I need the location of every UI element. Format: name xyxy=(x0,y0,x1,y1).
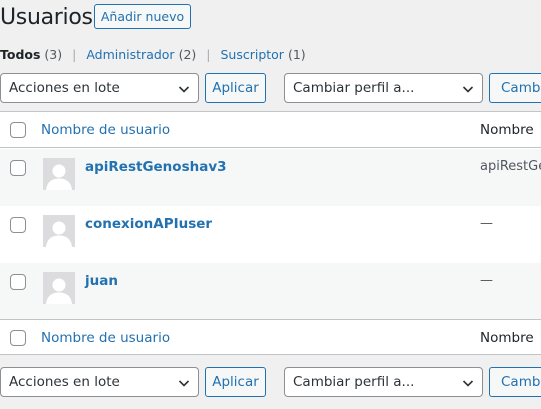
table-row: juan — xyxy=(0,263,541,319)
filter-separator: | xyxy=(206,47,211,62)
filter-all-link[interactable]: Todos xyxy=(0,47,40,62)
bulk-actions-selected: Acciones en lote xyxy=(9,374,120,390)
column-name-header: Nombre xyxy=(480,122,534,138)
page-heading: Usuarios xyxy=(0,0,93,34)
default-user-avatar-icon xyxy=(43,158,75,190)
select-all-checkbox-footer[interactable] xyxy=(10,330,26,346)
column-username-header[interactable]: Nombre de usuario xyxy=(41,122,170,138)
table-footer-row: Nombre de usuario Nombre xyxy=(0,319,541,355)
filter-all-count: (3) xyxy=(44,47,63,62)
table-row: apiRestGenoshav3 apiRestGen xyxy=(0,149,541,206)
filter-subscriber-count: (1) xyxy=(287,47,306,62)
filter-admin-count: (2) xyxy=(178,47,197,62)
username-link[interactable]: juan xyxy=(85,273,118,289)
users-table: Nombre de usuario Nombre apiRestGenoshav… xyxy=(0,111,541,355)
role-filter-links: Todos (3) | Administrador (2) | Suscript… xyxy=(0,47,306,62)
username-link[interactable]: apiRestGenoshav3 xyxy=(85,159,227,175)
change-role-button-bottom[interactable]: Cambia xyxy=(489,367,541,397)
column-name-footer: Nombre xyxy=(480,330,534,346)
default-user-avatar-icon xyxy=(43,215,75,247)
page-title: Usuarios xyxy=(0,4,93,30)
chevron-down-icon xyxy=(462,380,474,387)
select-all-checkbox[interactable] xyxy=(10,122,26,138)
table-row: conexionAPIuser — xyxy=(0,206,541,263)
change-role-selected: Cambiar perfil a... xyxy=(293,80,415,96)
username-link[interactable]: conexionAPIuser xyxy=(85,216,212,232)
bulk-actions-select-bottom[interactable]: Acciones en lote xyxy=(0,367,199,397)
column-username-footer[interactable]: Nombre de usuario xyxy=(41,330,170,346)
filter-separator: | xyxy=(72,47,77,62)
default-user-avatar-icon xyxy=(43,272,75,304)
tablenav-top: Acciones en lote Aplicar Cambiar perfil … xyxy=(0,73,541,103)
filter-subscriber-link[interactable]: Suscriptor xyxy=(220,47,283,62)
chevron-down-icon xyxy=(178,86,190,93)
table-header-row: Nombre de usuario Nombre xyxy=(0,112,541,148)
apply-bulk-button[interactable]: Aplicar xyxy=(205,73,266,103)
user-name-cell: — xyxy=(480,273,493,288)
chevron-down-icon xyxy=(462,86,474,93)
change-role-button[interactable]: Cambia xyxy=(489,73,541,103)
row-checkbox[interactable] xyxy=(10,217,26,233)
bulk-actions-selected: Acciones en lote xyxy=(9,80,120,96)
add-new-user-button[interactable]: Añadir nuevo xyxy=(94,4,191,29)
user-name-cell: apiRestGen xyxy=(480,159,541,174)
change-role-select-bottom[interactable]: Cambiar perfil a... xyxy=(284,367,483,397)
bulk-actions-select[interactable]: Acciones en lote xyxy=(0,73,199,103)
users-page: Usuarios Añadir nuevo Todos (3) | Admini… xyxy=(0,0,541,409)
filter-admin-link[interactable]: Administrador xyxy=(86,47,174,62)
change-role-select[interactable]: Cambiar perfil a... xyxy=(284,73,483,103)
apply-bulk-button-bottom[interactable]: Aplicar xyxy=(205,367,266,397)
tablenav-bottom: Acciones en lote Aplicar Cambiar perfil … xyxy=(0,367,541,397)
row-checkbox[interactable] xyxy=(10,160,26,176)
user-name-cell: — xyxy=(480,216,493,231)
change-role-selected: Cambiar perfil a... xyxy=(293,374,415,390)
chevron-down-icon xyxy=(178,380,190,387)
row-checkbox[interactable] xyxy=(10,274,26,290)
